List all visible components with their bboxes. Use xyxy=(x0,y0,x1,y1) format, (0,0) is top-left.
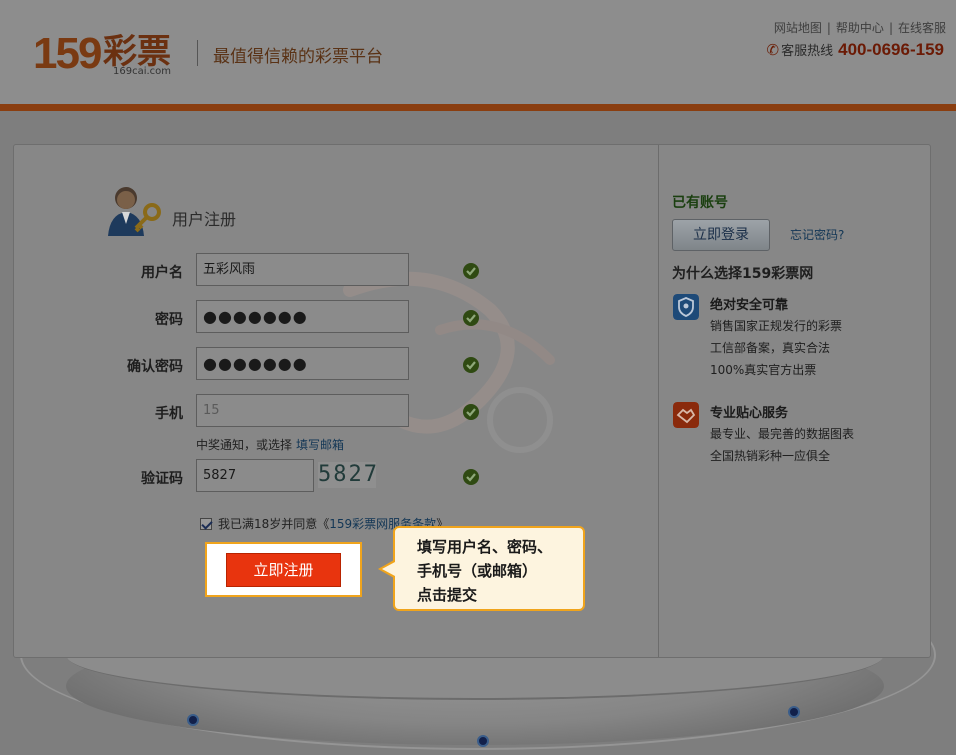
site-header: 159 彩票 169cai.com 最值得信赖的彩票平台 网站地图 | 帮助中心 | 在… xyxy=(0,0,956,104)
sitemap-link[interactable]: 网站地图 xyxy=(774,21,822,35)
password-label: 密码 xyxy=(155,312,183,328)
captcha-image[interactable]: 5827 xyxy=(318,462,377,488)
phone-valid-check-icon xyxy=(463,404,479,420)
callout-tail-inner xyxy=(382,562,395,576)
site-logo[interactable]: 159 彩票 169cai.com xyxy=(33,30,183,80)
handshake-icon xyxy=(673,402,699,428)
confirm-valid-check-icon xyxy=(463,357,479,373)
logo-number: 159 xyxy=(33,29,102,78)
instruction-callout: 填写用户名、密码、 手机号（或邮箱） 点击提交 xyxy=(393,526,585,611)
username-input[interactable]: 五彩风雨 xyxy=(196,253,409,286)
register-button[interactable]: 立即注册 xyxy=(226,553,341,587)
feature-line: 全国热销彩种一应俱全 xyxy=(710,449,831,463)
form-title: 用户注册 xyxy=(172,210,237,229)
feature-title-security: 绝对安全可靠 xyxy=(710,298,789,313)
top-links: 网站地图 | 帮助中心 | 在线客服 xyxy=(773,21,946,35)
shield-icon xyxy=(673,294,699,320)
slogan: 最值得信赖的彩票平台 xyxy=(213,47,383,67)
phone-hint-text: 中奖通知，或选择 xyxy=(196,438,293,452)
hotline: ✆ 客服热线 400-0696-159 xyxy=(767,40,944,60)
confirm-password-input[interactable]: ●●●●●●● xyxy=(196,347,409,380)
panel-divider xyxy=(658,145,659,657)
captcha-input[interactable]: 5827 xyxy=(196,459,314,492)
password-input[interactable]: ●●●●●●● xyxy=(196,300,409,333)
feature-line: 最专业、最完善的数据图表 xyxy=(710,427,855,441)
username-label: 用户名 xyxy=(141,265,183,281)
logo-url: 169cai.com xyxy=(113,66,172,77)
help-link[interactable]: 帮助中心 xyxy=(836,21,884,35)
callout-line: 填写用户名、密码、 xyxy=(417,538,553,556)
agree-checkbox[interactable] xyxy=(200,518,212,530)
feature-line: 销售国家正规发行的彩票 xyxy=(710,319,843,333)
why-choose-heading: 为什么选择159彩票网 xyxy=(672,266,814,282)
use-email-link[interactable]: 填写邮箱 xyxy=(296,438,344,452)
header-divider xyxy=(197,40,198,66)
feature-line: 100%真实官方出票 xyxy=(710,363,817,377)
phone-input[interactable]: 15 xyxy=(196,394,409,427)
stage-dot xyxy=(788,706,800,718)
phone-hint: 中奖通知，或选择 填写邮箱 xyxy=(196,436,344,453)
phone-icon: ✆ xyxy=(766,41,780,59)
password-valid-check-icon xyxy=(463,310,479,326)
forgot-password-link[interactable]: 忘记密码? xyxy=(790,226,844,243)
captcha-label: 验证码 xyxy=(141,471,183,487)
hotline-number: 400-0696-159 xyxy=(838,40,944,59)
online-service-link[interactable]: 在线客服 xyxy=(898,21,946,35)
captcha-valid-check-icon xyxy=(463,469,479,485)
feature-title-service: 专业贴心服务 xyxy=(710,406,789,421)
callout-line: 手机号（或邮箱） xyxy=(417,562,538,580)
user-key-icon xyxy=(108,187,161,236)
agree-text: 我已满18岁并同意《 xyxy=(218,517,330,531)
have-account-heading: 已有账号 xyxy=(672,195,728,211)
callout-line: 点击提交 xyxy=(417,586,478,604)
feature-line: 工信部备案，真实合法 xyxy=(710,341,831,355)
confirm-password-label: 确认密码 xyxy=(127,359,183,375)
hotline-label: 客服热线 xyxy=(781,44,834,59)
header-rule xyxy=(0,104,956,111)
login-button[interactable]: 立即登录 xyxy=(672,219,770,251)
stage-dot xyxy=(477,735,489,747)
stage-dot xyxy=(187,714,199,726)
username-valid-check-icon xyxy=(463,263,479,279)
phone-label: 手机 xyxy=(155,406,183,422)
